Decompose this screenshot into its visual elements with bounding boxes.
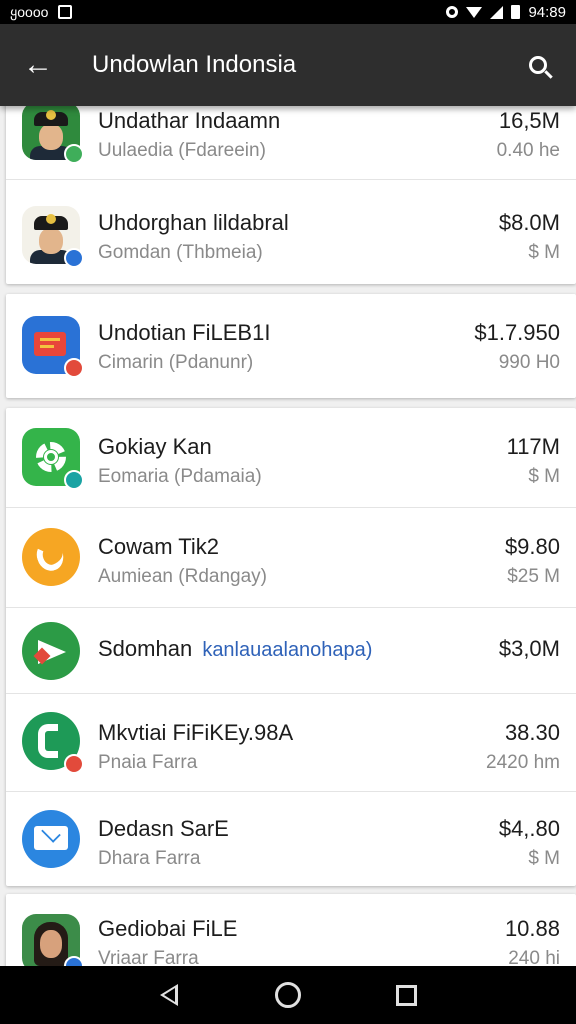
status-bar: ყoooo 94:89 xyxy=(0,0,576,24)
item-size: $ M xyxy=(528,466,560,487)
item-price: 38.30 xyxy=(504,720,560,745)
clock: 94:89 xyxy=(528,3,566,21)
item-subtitle: Eomaria (Pdamaia) xyxy=(98,466,262,487)
badge-icon xyxy=(64,144,84,164)
item-size: 0.40 he xyxy=(496,140,560,161)
item-price: 117M xyxy=(506,434,560,459)
wifi-icon xyxy=(466,6,483,18)
signal-icon xyxy=(490,5,504,19)
nav-back-icon xyxy=(160,984,179,1006)
list-card: Gokiay Kan Eomaria (Pdamaia) 117M $ M Co… xyxy=(6,408,576,886)
battery-icon xyxy=(511,5,521,19)
item-subtitle: Gomdan (Thbmeia) xyxy=(98,242,263,263)
item-subtitle: Pnaia Farra xyxy=(98,752,198,773)
back-button[interactable]: ← xyxy=(0,24,76,106)
badge-icon xyxy=(64,248,84,268)
item-size: 240 hi xyxy=(508,948,560,966)
item-subtitle: Cimarin (Pdanunr) xyxy=(98,352,254,373)
nav-back-button[interactable] xyxy=(139,966,199,1024)
item-price: $1.7.950 xyxy=(474,320,560,345)
badge-icon xyxy=(64,358,84,378)
item-size: 2420 hm xyxy=(486,752,560,773)
item-price: $9.80 xyxy=(504,534,560,559)
item-price: 16,5M xyxy=(498,108,560,133)
list-item[interactable]: Sdomhan kanlauaalanohapa) $3,0M xyxy=(6,608,576,694)
mail-app-icon xyxy=(22,810,80,868)
list-item[interactable]: Gediobai FiLE Vriaar Farra 10.88 240 hi xyxy=(6,894,576,966)
search-icon xyxy=(529,56,547,74)
list-card: Undathar Indaamn Uulaedia (Fdareein) 16,… xyxy=(6,106,576,284)
item-price: $4,.80 xyxy=(498,816,560,841)
list-item[interactable]: Dedasn SarE Dhara Farra $4,.80 $ M xyxy=(6,792,576,886)
app-list[interactable]: Undathar Indaamn Uulaedia (Fdareein) 16,… xyxy=(0,106,576,966)
item-price: $8.0M xyxy=(498,210,560,235)
location-icon xyxy=(446,6,459,18)
badge-icon xyxy=(64,470,84,490)
nav-home-button[interactable] xyxy=(258,966,318,1024)
notification-icon xyxy=(58,5,73,19)
item-subtitle: Dhara Farra xyxy=(98,848,201,869)
badge-icon xyxy=(64,956,84,966)
app-bar: ← Undowlan Indonsia xyxy=(0,24,576,106)
list-item[interactable]: Undotian FiLEB1I Cimarin (Pdanunr) $1.7.… xyxy=(6,294,576,398)
item-title: Mkvtiai FiFiKEy.98A xyxy=(98,720,294,745)
item-price: 10.88 xyxy=(504,916,560,941)
item-title: Uhdorghan lildabral xyxy=(98,210,289,235)
item-title: Dedasn SarE xyxy=(98,816,229,841)
item-title-text: Sdomhan xyxy=(98,636,193,661)
play-app-icon xyxy=(22,622,80,680)
item-size: 990 H0 xyxy=(498,352,560,373)
item-title: Gokiay Kan xyxy=(98,434,212,459)
item-subtitle: Vriaar Farra xyxy=(98,948,199,966)
item-size: $25 M xyxy=(507,566,560,587)
item-subtitle: Aumiean (Rdangay) xyxy=(98,566,267,587)
item-price: $3,0M xyxy=(498,636,560,661)
nav-recent-icon xyxy=(396,984,418,1006)
navigation-bar xyxy=(0,966,576,1024)
list-item[interactable]: Cowam Tik2 Aumiean (Rdangay) $9.80 $25 M xyxy=(6,508,576,608)
nav-recent-button[interactable] xyxy=(377,966,437,1024)
search-button[interactable] xyxy=(500,24,576,106)
item-size: $ M xyxy=(528,848,560,869)
item-title: Cowam Tik2 xyxy=(98,534,220,559)
item-size: $ M xyxy=(528,242,560,263)
phone-app-icon xyxy=(22,528,80,586)
list-item[interactable]: Mkvtiai FiFiKEy.98A Pnaia Farra 38.30 24… xyxy=(6,694,576,792)
page-title: Undowlan Indonsia xyxy=(92,51,297,78)
carrier-label: ყoooo xyxy=(10,3,49,20)
list-card: Gediobai FiLE Vriaar Farra 10.88 240 hi xyxy=(6,894,576,966)
item-title: Gediobai FiLE xyxy=(98,916,238,941)
item-link[interactable]: kanlauaalanohapa) xyxy=(202,639,372,661)
list-item[interactable]: Undathar Indaamn Uulaedia (Fdareein) 16,… xyxy=(6,106,576,180)
item-title: Undathar Indaamn xyxy=(98,108,281,133)
item-subtitle: Uulaedia (Fdareein) xyxy=(98,140,266,161)
item-title: Undotian FiLEB1I xyxy=(98,320,271,345)
item-title: Sdomhan kanlauaalanohapa) xyxy=(98,636,372,662)
list-item[interactable]: Gokiay Kan Eomaria (Pdamaia) 117M $ M xyxy=(6,408,576,508)
list-item[interactable]: Uhdorghan lildabral Gomdan (Thbmeia) $8.… xyxy=(6,180,576,284)
list-card: Undotian FiLEB1I Cimarin (Pdanunr) $1.7.… xyxy=(6,294,576,398)
nav-home-icon xyxy=(274,982,301,1008)
badge-icon xyxy=(64,754,84,774)
arrow-left-icon: ← xyxy=(23,48,53,81)
